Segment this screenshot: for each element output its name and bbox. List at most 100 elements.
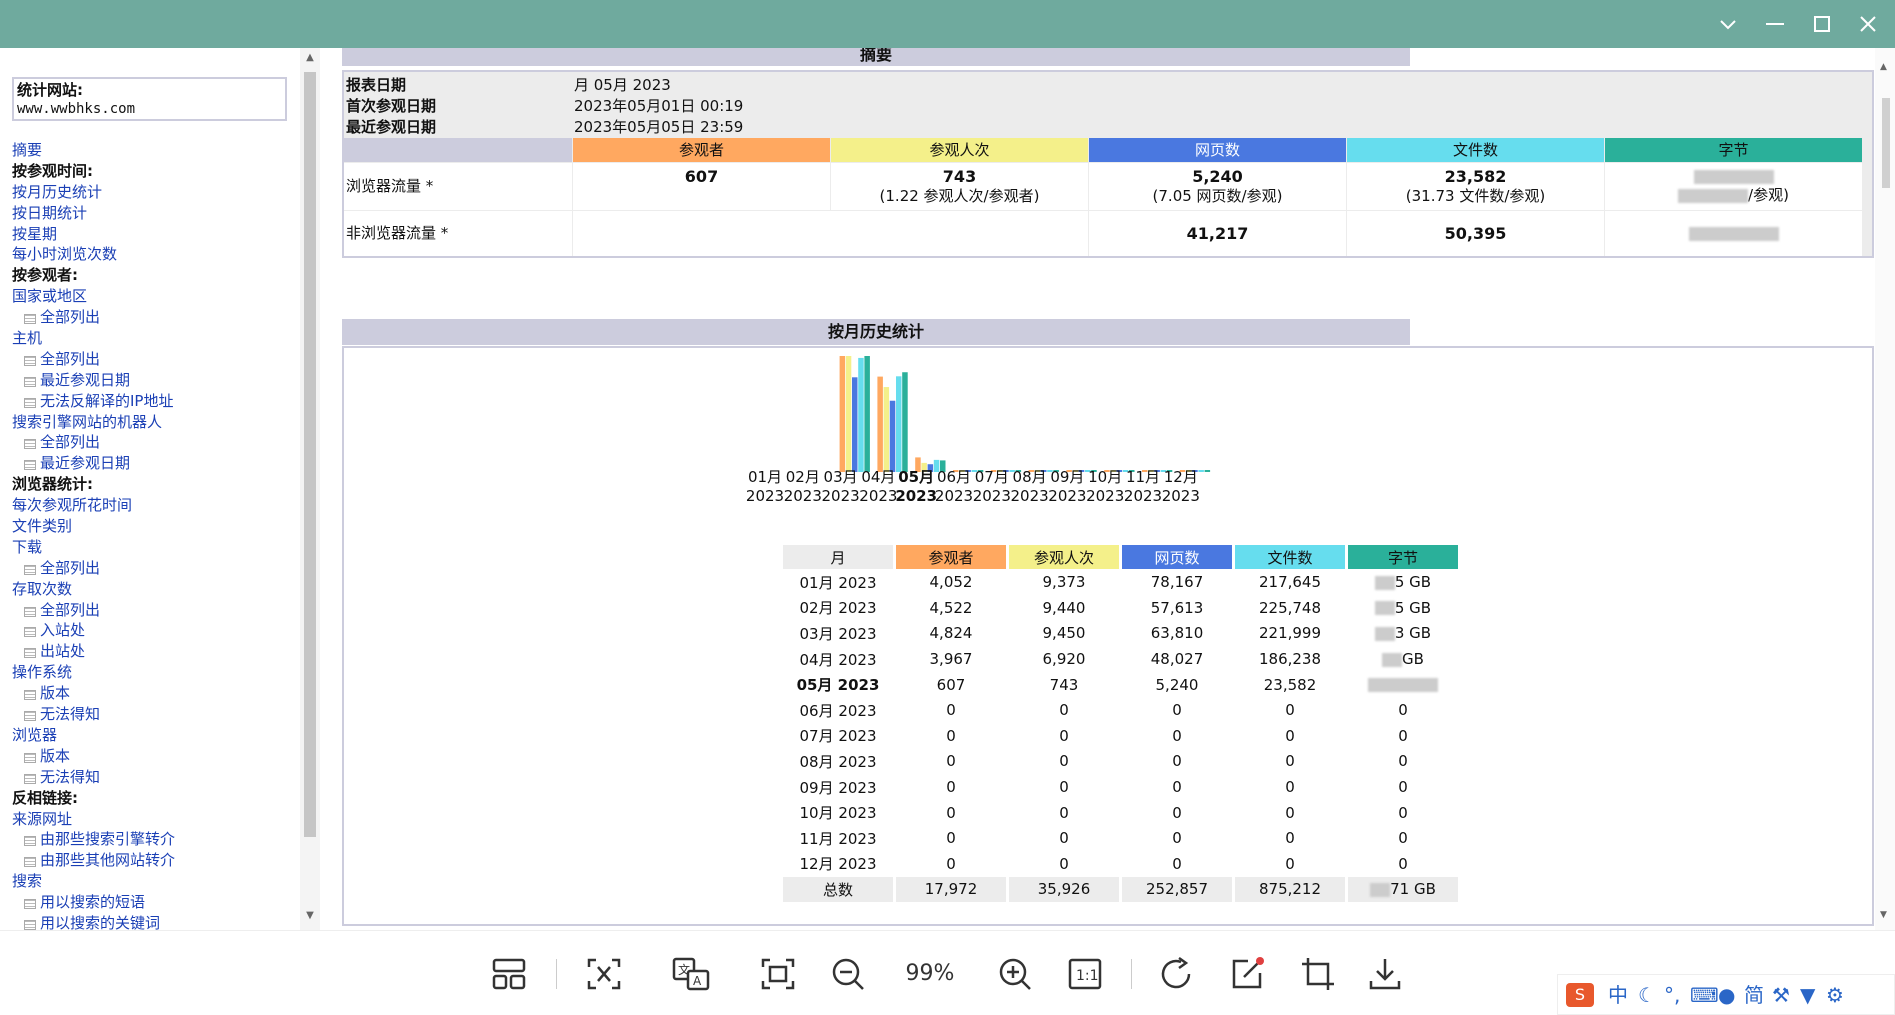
- toolbar-divider: [556, 959, 557, 989]
- summary-title: 摘要: [342, 48, 1410, 66]
- zoom-in-icon[interactable]: [992, 953, 1038, 995]
- fit-screen-icon[interactable]: [755, 953, 801, 995]
- sidebar-item[interactable]: 主机: [12, 328, 292, 349]
- sidebar-item[interactable]: 全部列出: [12, 349, 292, 370]
- sidebar-item[interactable]: 搜索引擎网站的机器人: [12, 412, 292, 433]
- main-content: 摘要 报表日期 月 05月 2023 首次参观日期 2023年05月01日 00…: [330, 48, 1875, 930]
- scroll-up-icon[interactable]: ▲: [1880, 62, 1887, 72]
- translate-icon[interactable]: 文A: [668, 953, 714, 995]
- table-cell: 0: [1398, 854, 1408, 873]
- table-cell: 06月 2023: [799, 701, 877, 720]
- sidebar-item[interactable]: 摘要: [12, 140, 292, 161]
- layout-icon[interactable]: [486, 953, 532, 995]
- sidebar-item[interactable]: 用以搜索的关键词: [12, 913, 292, 930]
- svg-text:A: A: [693, 974, 702, 988]
- zoom-level[interactable]: 99%: [900, 961, 960, 986]
- sidebar-item[interactable]: 版本: [12, 683, 292, 704]
- dropdown-icon[interactable]: [1708, 8, 1748, 40]
- table-cell: 0: [1285, 752, 1295, 771]
- nav-section-heading: 反相链接:: [12, 788, 78, 807]
- sidebar-item[interactable]: 最近参观日期: [12, 453, 292, 474]
- table-cell: 04月 2023: [799, 650, 877, 669]
- sidebar-item[interactable]: 无法得知: [12, 704, 292, 725]
- edit-icon[interactable]: [1225, 953, 1271, 995]
- scroll-down-icon[interactable]: ▼: [1880, 910, 1887, 920]
- main-scrollbar[interactable]: ▲ ▼: [1875, 48, 1895, 930]
- table-cell: 3,967: [929, 650, 973, 669]
- actual-size-icon[interactable]: 1:1: [1062, 953, 1108, 995]
- settings-icon[interactable]: ⚙: [1826, 983, 1844, 1007]
- rotate-icon[interactable]: [1155, 953, 1201, 995]
- bar-0-3: [877, 376, 883, 472]
- sidebar-item[interactable]: 搜索: [12, 871, 292, 892]
- bar-2-3: [889, 400, 896, 472]
- sidebar-item[interactable]: 无法得知: [12, 767, 292, 788]
- sidebar-item[interactable]: 来源网址: [12, 809, 292, 830]
- table-cell: GB: [1348, 647, 1458, 672]
- first-visit-label: 首次参观日期: [346, 97, 437, 115]
- sidebar-item[interactable]: 由那些其他网站转介: [12, 850, 292, 871]
- redacted-bytes: [1374, 575, 1395, 590]
- sidebar-item[interactable]: 按星期: [12, 224, 292, 245]
- monthly-table-header: 月参观者 参观人次 网页数 文件数 字节: [783, 545, 1458, 569]
- sidebar-item[interactable]: 全部列出: [12, 432, 292, 453]
- sidebar-item[interactable]: 文件类别: [12, 516, 292, 537]
- table-cell: 9,450: [1042, 624, 1086, 643]
- sidebar-item[interactable]: 每次参观所花时间: [12, 495, 292, 516]
- user-icon[interactable]: ●: [1718, 983, 1735, 1007]
- scroll-up-icon[interactable]: ▲: [304, 52, 316, 64]
- nonbrowser-bytes: [1605, 211, 1862, 256]
- sidebar-nav: 摘要 按参观时间: 按月历史统计 按日期统计 按星期 每小时浏览次数 按参观者: 国家或地区全…: [12, 140, 292, 930]
- tools-icon[interactable]: ⚒: [1772, 983, 1790, 1007]
- ocr-select-icon[interactable]: [581, 953, 627, 995]
- download-icon[interactable]: [1362, 953, 1408, 995]
- table-cell: 5 GB: [1348, 596, 1458, 621]
- skin-icon[interactable]: ▼: [1800, 983, 1815, 1007]
- sidebar-scrollbar[interactable]: ▲ ▼: [300, 48, 320, 930]
- ime-mode[interactable]: 简: [1744, 983, 1764, 1007]
- sidebar-item[interactable]: 按日期统计: [12, 203, 292, 224]
- table-cell: 221,999: [1258, 624, 1322, 643]
- sogou-logo-icon[interactable]: S: [1566, 983, 1594, 1007]
- bar-4-2: [864, 356, 870, 472]
- crop-icon[interactable]: [1295, 953, 1341, 995]
- redacted-bytes: [1382, 652, 1403, 667]
- sidebar-item[interactable]: 全部列出: [12, 307, 292, 328]
- sidebar-item[interactable]: 用以搜索的短语: [12, 892, 292, 913]
- maximize-button[interactable]: [1802, 8, 1842, 40]
- scrollbar-thumb[interactable]: [304, 72, 316, 837]
- sidebar-item[interactable]: 全部列出: [12, 600, 292, 621]
- month-label-year: 2023: [1010, 487, 1049, 505]
- browser-bytes: /参观): [1605, 163, 1862, 210]
- sidebar-item[interactable]: 存取次数: [12, 579, 292, 600]
- table-cell: 0: [946, 778, 956, 797]
- table-cell: 0: [1172, 701, 1182, 720]
- sidebar-item[interactable]: 入站处: [12, 620, 292, 641]
- sidebar-item[interactable]: 出站处: [12, 641, 292, 662]
- sidebar-item[interactable]: 全部列出: [12, 558, 292, 579]
- table-row: 05月 2023 607 743 5,240 23,582: [783, 672, 1458, 697]
- zoom-out-icon[interactable]: [825, 953, 871, 995]
- sidebar-item[interactable]: 按月历史统计: [12, 182, 292, 203]
- sidebar-item[interactable]: 国家或地区: [12, 286, 292, 307]
- sidebar-item[interactable]: 由那些搜索引擎转介: [12, 829, 292, 850]
- close-button[interactable]: [1848, 8, 1888, 40]
- punctuation-icon[interactable]: °,: [1664, 983, 1680, 1007]
- table-cell: 0: [1285, 726, 1295, 745]
- scroll-down-icon[interactable]: ▼: [304, 910, 316, 922]
- moon-icon[interactable]: ☾: [1638, 983, 1656, 1007]
- table-cell: 57,613: [1150, 598, 1204, 617]
- sidebar-item[interactable]: 操作系统: [12, 662, 292, 683]
- main-scrollbar-thumb[interactable]: [1882, 98, 1890, 188]
- bytes-value: GB: [1402, 650, 1424, 669]
- sidebar-item[interactable]: 最近参观日期: [12, 370, 292, 391]
- sidebar-item[interactable]: 无法反解译的IP地址: [12, 391, 292, 412]
- minimize-button[interactable]: [1755, 8, 1795, 40]
- sidebar-item[interactable]: 下载: [12, 537, 292, 558]
- sidebar-item[interactable]: 浏览器: [12, 725, 292, 746]
- sidebar-item[interactable]: 版本: [12, 746, 292, 767]
- ime-lang[interactable]: 中: [1608, 983, 1628, 1007]
- table-row: 12月 2023 0 0 0 0 0: [783, 852, 1458, 877]
- sidebar-item[interactable]: 每小时浏览次数: [12, 244, 292, 265]
- keyboard-icon[interactable]: ⌨: [1690, 983, 1719, 1007]
